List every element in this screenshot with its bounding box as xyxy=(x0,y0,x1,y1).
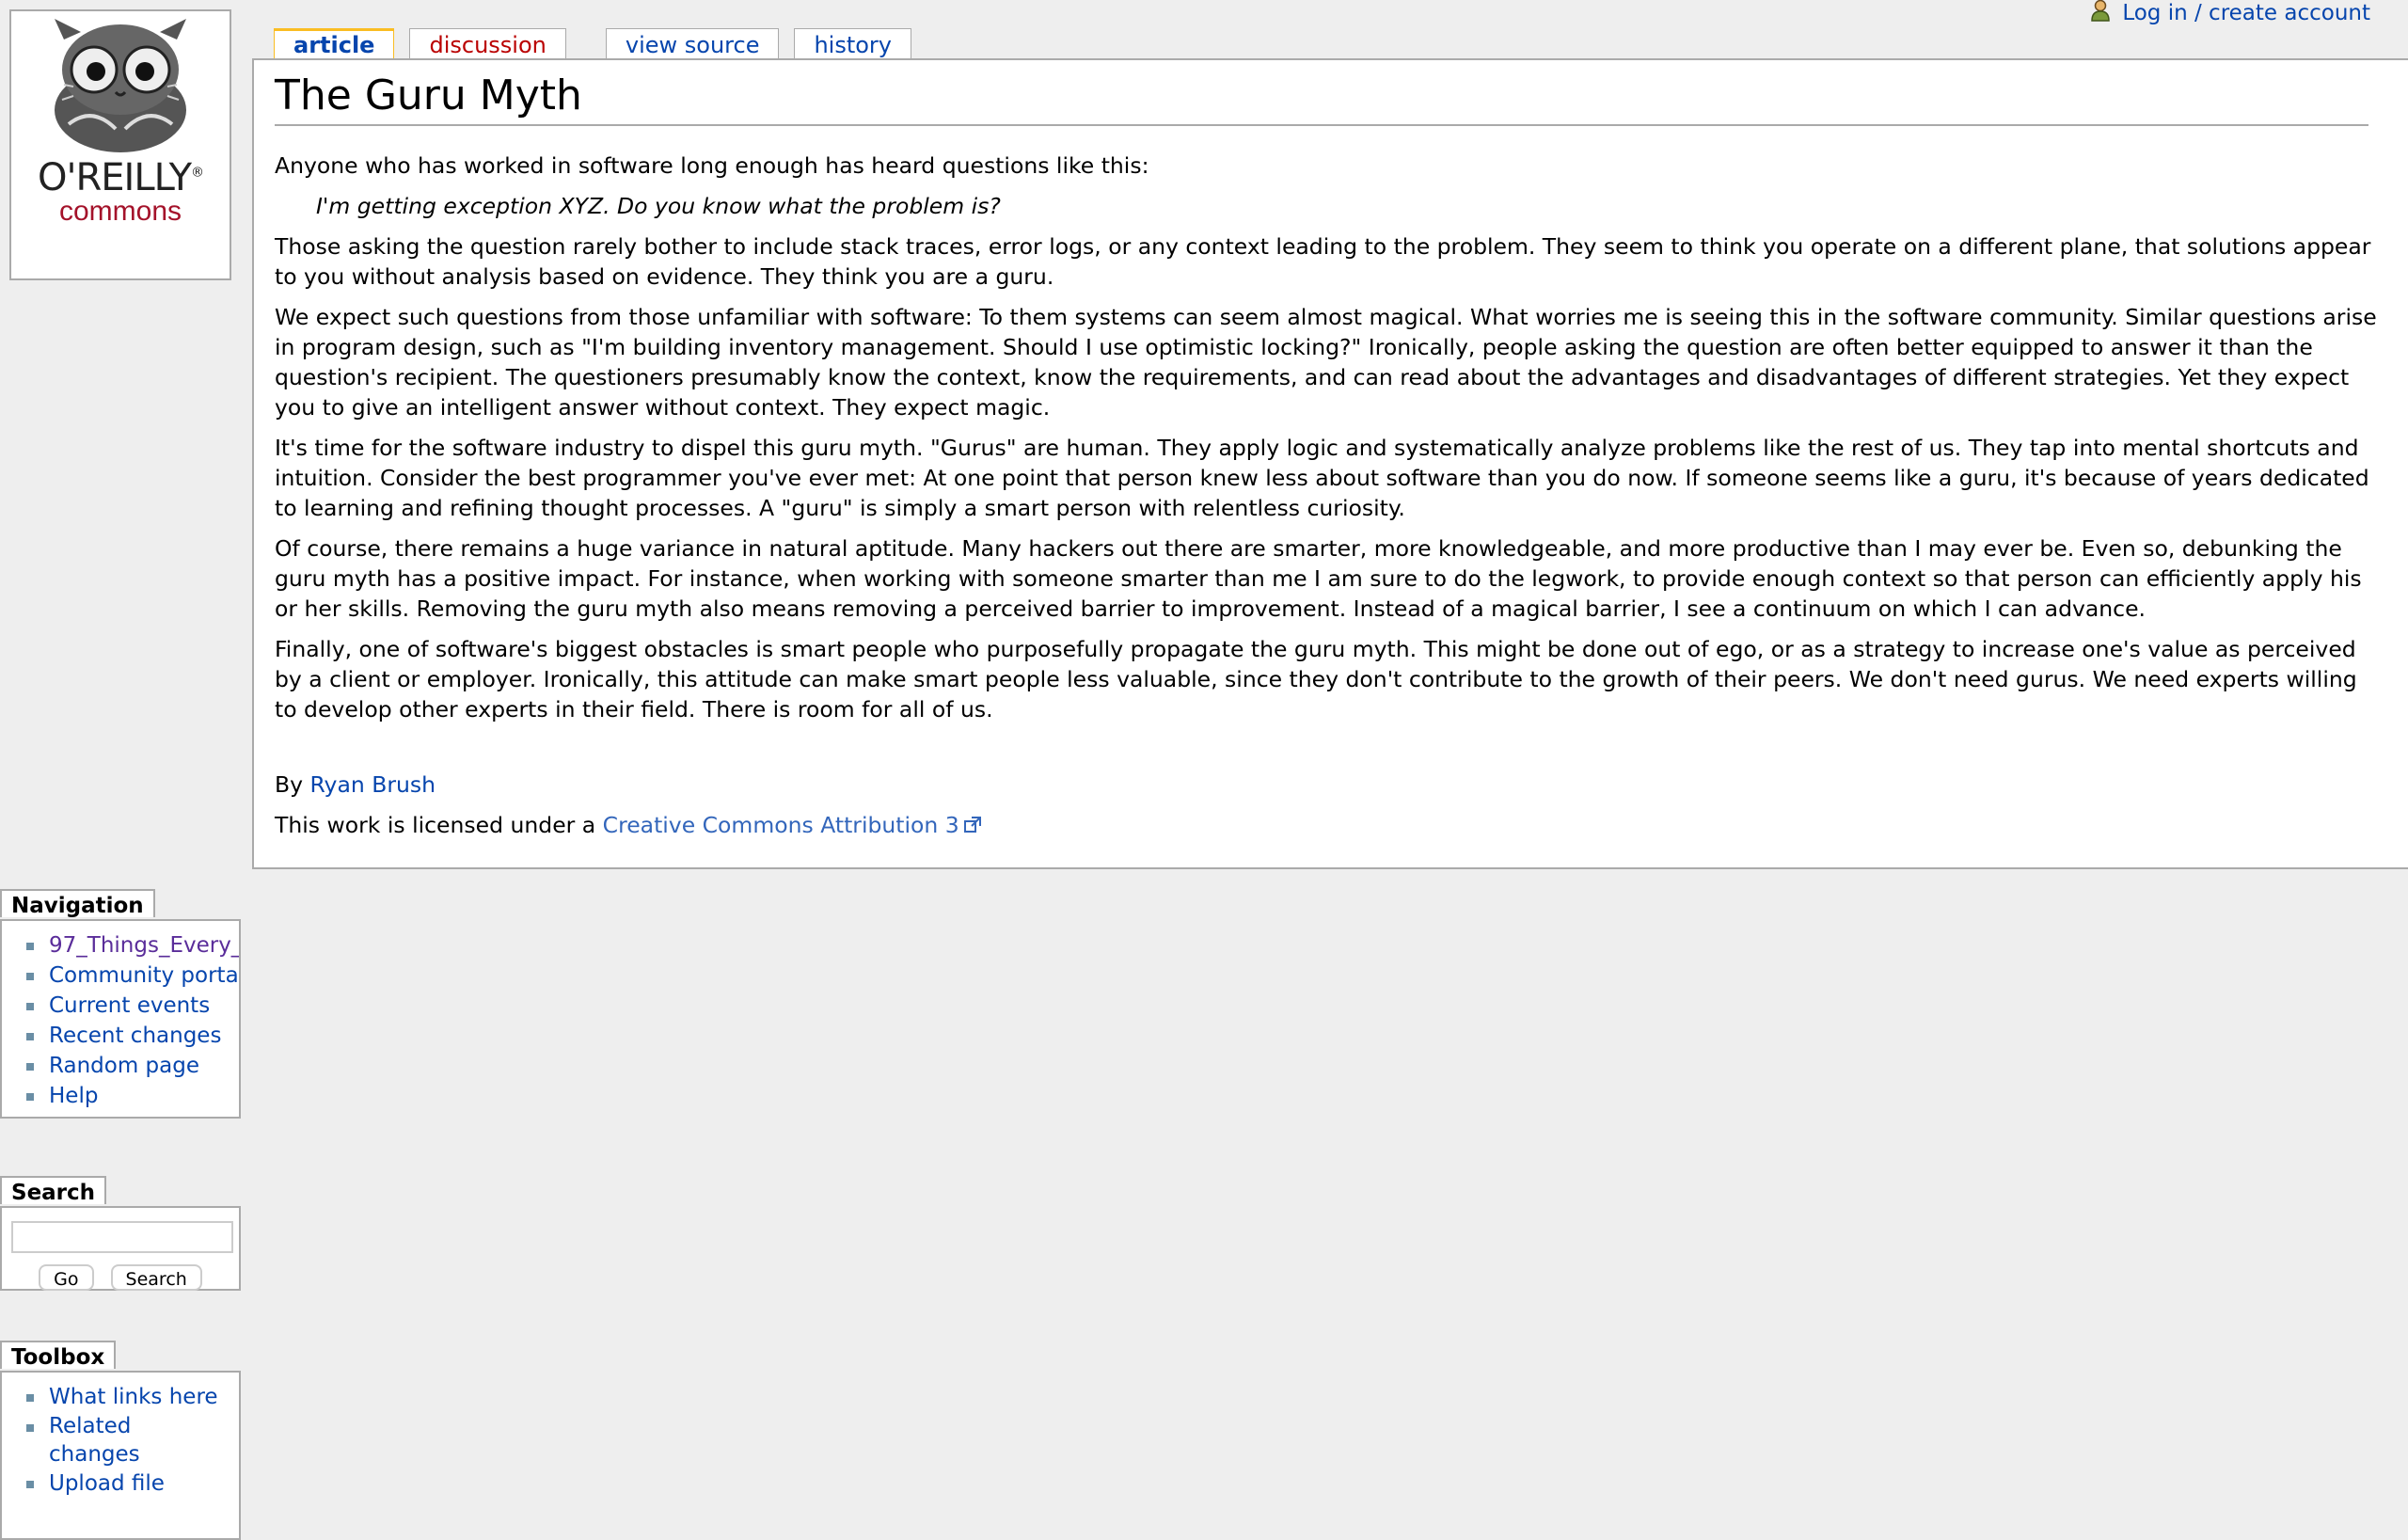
license-prefix: This work is licensed under a xyxy=(275,812,603,838)
oreilly-commons-logo[interactable]: O'REILLY® commons xyxy=(9,9,231,280)
toolbox-link[interactable]: What links here xyxy=(49,1385,218,1409)
toolbox-item-related-changes[interactable]: Related changes xyxy=(2,1412,190,1469)
page-title: The Guru Myth xyxy=(275,70,2368,126)
login-link[interactable]: Log in / create account xyxy=(2122,1,2370,25)
paragraph-4: Of course, there remains a huge variance… xyxy=(275,535,2362,622)
paragraph-1: Those asking the question rarely bother … xyxy=(275,233,2371,290)
toolbox-item-upload-file[interactable]: Upload file xyxy=(2,1469,239,1499)
sidebar-item-community-portal[interactable]: Community portal xyxy=(2,961,239,991)
bullet-icon xyxy=(26,973,34,980)
sidebar-item-97-things[interactable]: 97_Things_Every_ xyxy=(2,930,239,961)
toolbox-link[interactable]: Upload file xyxy=(49,1471,165,1496)
tarsier-icon xyxy=(55,19,186,152)
bullet-icon xyxy=(26,1063,34,1071)
logo-oreilly-text: O'REILLY xyxy=(37,156,192,199)
intro-paragraph: Anyone who has worked in software long e… xyxy=(275,152,1149,179)
sidebar-link[interactable]: Community portal xyxy=(49,963,239,988)
tab-article[interactable]: article xyxy=(274,28,395,59)
tab-discussion[interactable]: discussion xyxy=(409,28,566,58)
sidebar-link[interactable]: Help xyxy=(49,1084,98,1108)
paragraph-3: It's time for the software industry to d… xyxy=(275,435,2369,521)
sidebar-link[interactable]: 97_Things_Every_ xyxy=(49,933,239,958)
byline-prefix: By xyxy=(275,771,310,798)
bullet-icon xyxy=(26,1481,34,1488)
paragraph-5: Finally, one of software's biggest obsta… xyxy=(275,636,2357,722)
navigation-heading: Navigation xyxy=(0,889,155,918)
toolbox-heading: Toolbox xyxy=(0,1341,117,1370)
sidebar-link[interactable]: Recent changes xyxy=(49,1024,221,1048)
article-content: The Guru Myth Anyone who has worked in s… xyxy=(252,58,2408,869)
byline: By Ryan Brush xyxy=(275,770,2382,800)
user-icon xyxy=(2090,0,2111,27)
page-tabs: article discussion view source history xyxy=(274,28,927,59)
paragraph-2: We expect such questions from those unfa… xyxy=(275,304,2377,421)
bullet-icon xyxy=(26,1394,34,1402)
bullet-icon xyxy=(26,943,34,950)
bullet-icon xyxy=(26,1033,34,1040)
sidebar-item-recent-changes[interactable]: Recent changes xyxy=(2,1021,239,1051)
license-line: This work is licensed under a Creative C… xyxy=(275,810,2382,842)
tab-history[interactable]: history xyxy=(794,28,911,58)
sidebar-item-help[interactable]: Help xyxy=(2,1081,239,1111)
logo-commons-text: commons xyxy=(58,196,182,227)
article-body: Anyone who has worked in software long e… xyxy=(275,151,2382,842)
search-button[interactable]: Search xyxy=(110,1264,202,1291)
author-link[interactable]: Ryan Brush xyxy=(310,771,436,798)
toolbox-link[interactable]: Related changes xyxy=(49,1414,140,1467)
navigation-portlet: Navigation 97_Things_Every_ Community po… xyxy=(0,889,241,1119)
bullet-icon xyxy=(26,1424,34,1432)
quote: I'm getting exception XYZ. Do you know w… xyxy=(316,193,1001,219)
external-link-icon xyxy=(963,812,982,842)
personal-bar: Log in / create account xyxy=(2090,0,2370,26)
bullet-icon xyxy=(26,1003,34,1010)
license-link-text: Creative Commons Attribution 3 xyxy=(602,812,959,838)
bullet-icon xyxy=(26,1093,34,1101)
go-button[interactable]: Go xyxy=(39,1264,94,1291)
sidebar-item-random-page[interactable]: Random page xyxy=(2,1051,239,1081)
search-input[interactable] xyxy=(11,1221,233,1253)
toolbox-portlet: Toolbox What links here Related changes … xyxy=(0,1341,241,1540)
sidebar-item-current-events[interactable]: Current events xyxy=(2,991,239,1021)
registered-mark: ® xyxy=(191,165,204,181)
search-heading: Search xyxy=(0,1176,107,1205)
sidebar-link[interactable]: Current events xyxy=(49,993,210,1018)
toolbox-item-what-links-here[interactable]: What links here xyxy=(2,1382,239,1412)
search-portlet: Search Go Search xyxy=(0,1176,241,1291)
license-link[interactable]: Creative Commons Attribution 3 xyxy=(603,812,982,838)
tab-view-source[interactable]: view source xyxy=(605,28,780,58)
sidebar-link[interactable]: Random page xyxy=(49,1054,199,1078)
